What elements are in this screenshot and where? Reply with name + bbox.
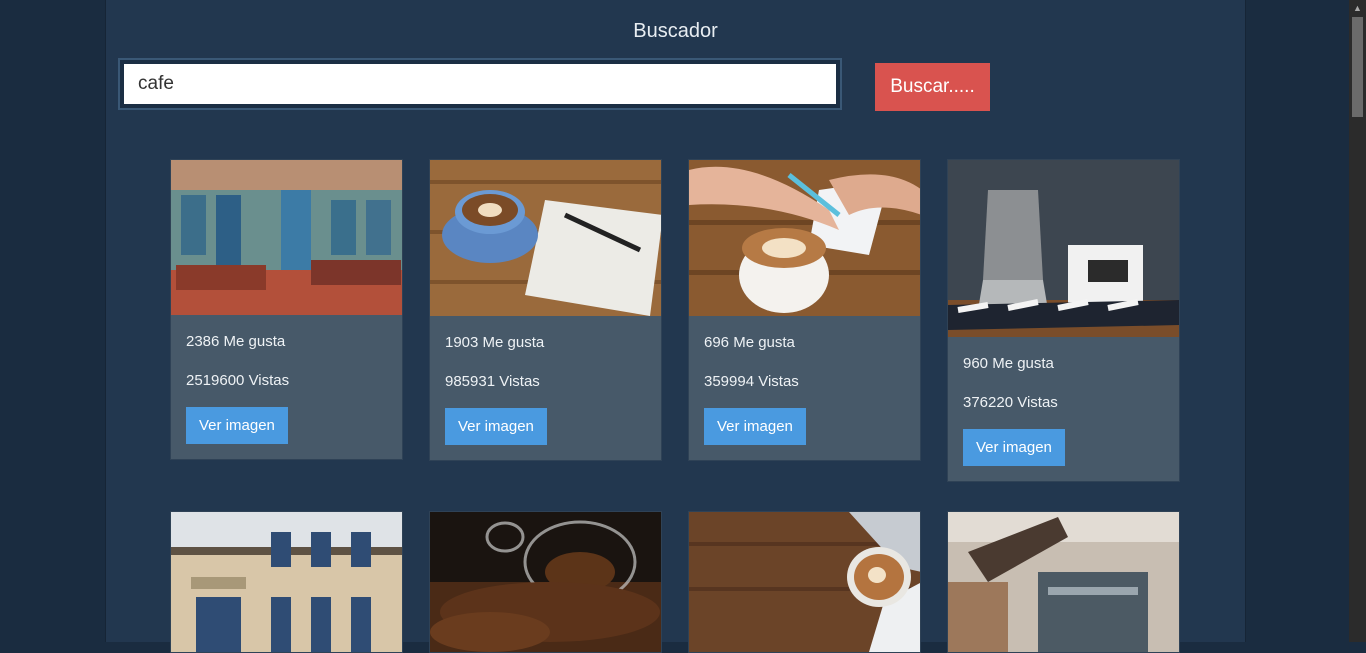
image-thumbnail — [430, 160, 661, 316]
moka-pot-mug-photo[interactable] — [948, 160, 1179, 337]
main-panel: Buscador Buscar..... 2386 Me gusta 25196… — [105, 0, 1246, 653]
search-input[interactable] — [118, 58, 842, 110]
latte-writing-photo[interactable] — [689, 160, 920, 316]
views-count: 2519600 Vistas — [186, 372, 290, 389]
views-count: 376220 Vistas — [963, 394, 1058, 411]
view-image-button[interactable]: Ver imagen — [186, 407, 288, 444]
hotel-facade-photo[interactable] — [171, 512, 402, 652]
search-button[interactable]: Buscar..... — [875, 63, 990, 111]
views-count: 359994 Vistas — [704, 373, 799, 390]
page-title: Buscador — [633, 20, 718, 42]
views-count: 985931 Vistas — [445, 373, 540, 390]
image-thumbnail — [689, 512, 920, 652]
view-image-button[interactable]: Ver imagen — [704, 408, 806, 445]
image-card: 960 Me gusta 376220 Vistas Ver imagen — [947, 159, 1180, 482]
vertical-scrollbar[interactable]: ▲ — [1349, 0, 1366, 642]
coffee-cup-notebook-photo[interactable] — [430, 160, 661, 316]
scroll-up-arrow-icon[interactable]: ▲ — [1349, 0, 1366, 17]
view-image-button[interactable]: Ver imagen — [963, 429, 1065, 466]
image-thumbnail — [430, 512, 661, 652]
image-card: 2386 Me gusta 2519600 Vistas Ver imagen — [170, 159, 403, 460]
image-card — [688, 511, 921, 653]
image-thumbnail — [689, 160, 920, 316]
image-card: 1903 Me gusta 985931 Vistas Ver imagen — [429, 159, 662, 461]
image-thumbnail — [171, 160, 402, 315]
image-card — [947, 511, 1180, 653]
image-card — [429, 511, 662, 653]
image-card — [170, 511, 403, 653]
likes-count: 2386 Me gusta — [186, 333, 286, 350]
image-thumbnail — [948, 160, 1179, 337]
likes-count: 1903 Me gusta — [445, 334, 545, 351]
cafe-storefront-photo[interactable] — [171, 160, 402, 315]
espresso-machine-photo[interactable] — [948, 512, 1179, 652]
latte-laptop-photo[interactable] — [689, 512, 920, 652]
likes-count: 696 Me gusta — [704, 334, 795, 351]
likes-count: 960 Me gusta — [963, 355, 1054, 372]
view-image-button[interactable]: Ver imagen — [445, 408, 547, 445]
image-thumbnail — [171, 512, 402, 652]
scroll-thumb[interactable] — [1352, 17, 1363, 117]
image-card: 696 Me gusta 359994 Vistas Ver imagen — [688, 159, 921, 461]
image-thumbnail — [948, 512, 1179, 652]
coffee-beans-cup-photo[interactable] — [430, 512, 661, 652]
